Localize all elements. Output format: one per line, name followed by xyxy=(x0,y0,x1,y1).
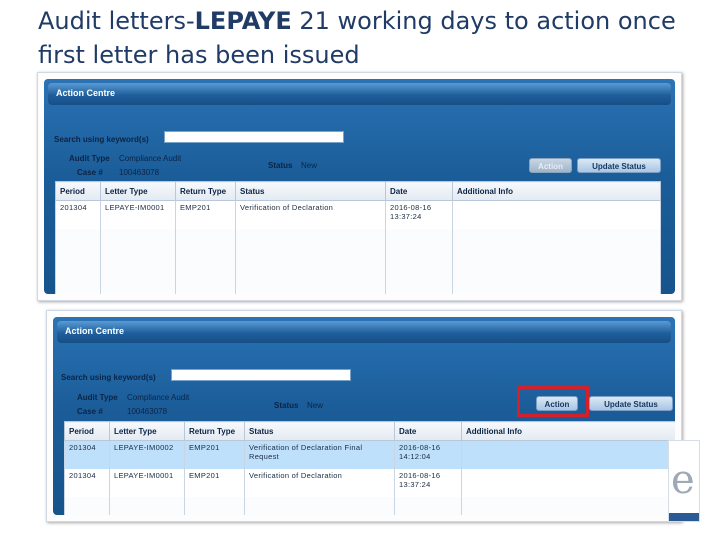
audit-type-label: Audit Type xyxy=(69,154,110,163)
case-value: 100463078 xyxy=(119,168,160,177)
empty-row xyxy=(55,257,661,285)
cell-status: Verification of Declaration Final Reques… xyxy=(244,440,395,469)
action-button[interactable]: Action xyxy=(536,396,578,411)
search-input[interactable] xyxy=(164,131,344,143)
column-header-return-type[interactable]: Return Type xyxy=(175,181,236,201)
cell-return-type: EMP201 xyxy=(184,469,245,497)
column-header-status[interactable]: Status xyxy=(244,421,395,441)
cell-return-type: EMP201 xyxy=(184,440,245,469)
column-header-period[interactable]: Period xyxy=(55,181,101,201)
cell-date: 2016-08-16 13:37:24 xyxy=(394,469,462,497)
slide-title: Audit letters-LEPAYE 21 working days to … xyxy=(38,4,698,72)
cell-period: 201304 xyxy=(64,469,110,497)
cell-additional-info xyxy=(461,440,675,469)
column-header-letter-type[interactable]: Letter Type xyxy=(109,421,185,441)
empty-row xyxy=(55,229,661,257)
cell-date: 2016-08-16 14:12:04 xyxy=(394,440,462,469)
table-row[interactable]: 201304 LEPAYE-IM0001 EMP201 Verification… xyxy=(64,469,675,497)
header-bar: Action Centre xyxy=(57,321,671,343)
action-button[interactable]: Action xyxy=(529,158,572,173)
table-row[interactable]: 201304 LEPAYE-IM0001 EMP201 Verification… xyxy=(55,200,661,229)
cell-period: 201304 xyxy=(55,200,101,229)
action-centre-panel-1: Action Centre Search using keyword(s) Au… xyxy=(44,79,675,294)
audit-type-value: Compliance Audit xyxy=(119,154,182,163)
cell-return-type: EMP201 xyxy=(175,200,236,229)
header-title: Action Centre xyxy=(65,326,125,336)
search-label: Search using keyword(s) xyxy=(54,135,149,144)
header-bar: Action Centre xyxy=(48,83,671,105)
column-header-period[interactable]: Period xyxy=(64,421,110,441)
cell-status: Verification of Declaration xyxy=(235,200,386,229)
cell-letter-type: LEPAYE-IM0002 xyxy=(109,440,185,469)
status-value: New xyxy=(301,161,318,170)
status-label: Status xyxy=(268,161,293,170)
column-header-letter-type[interactable]: Letter Type xyxy=(100,181,176,201)
column-header-date[interactable]: Date xyxy=(385,181,453,201)
screenshot-panel-1: Action Centre Search using keyword(s) Au… xyxy=(37,72,682,301)
table-header-row: Period Letter Type Return Type Status Da… xyxy=(55,181,661,201)
cell-additional-info xyxy=(461,469,675,497)
case-label: Case # xyxy=(77,407,103,416)
update-status-button[interactable]: Update Status xyxy=(589,396,673,411)
header-title: Action Centre xyxy=(56,88,116,98)
logo-bar xyxy=(669,513,699,521)
table-header-row: Period Letter Type Return Type Status Da… xyxy=(64,421,675,441)
audit-type-label: Audit Type xyxy=(77,393,118,402)
cell-status: Verification of Declaration xyxy=(244,469,395,497)
status-label: Status xyxy=(274,401,299,410)
slide-title-prefix: Audit letters- xyxy=(38,7,195,35)
update-status-button[interactable]: Update Status xyxy=(577,158,661,173)
cell-letter-type: LEPAYE-IM0001 xyxy=(109,469,185,497)
search-input[interactable] xyxy=(171,369,351,381)
cell-period: 201304 xyxy=(64,440,110,469)
column-header-return-type[interactable]: Return Type xyxy=(184,421,245,441)
cell-date: 2016-08-16 13:37:24 xyxy=(385,200,453,229)
column-header-date[interactable]: Date xyxy=(394,421,462,441)
logo-fragment-icon: e xyxy=(668,440,700,522)
letters-table: Period Letter Type Return Type Status Da… xyxy=(64,421,675,515)
table-row-selected[interactable]: 201304 LEPAYE-IM0002 EMP201 Verification… xyxy=(64,440,675,469)
action-centre-panel-2: Action Centre Search using keyword(s) Au… xyxy=(53,317,675,515)
column-header-additional-info[interactable]: Additional Info xyxy=(461,421,675,441)
status-value: New xyxy=(307,401,324,410)
letters-table: Period Letter Type Return Type Status Da… xyxy=(55,181,661,294)
cell-letter-type: LEPAYE-IM0001 xyxy=(100,200,176,229)
empty-row xyxy=(64,497,675,515)
column-header-additional-info[interactable]: Additional Info xyxy=(452,181,661,201)
empty-row xyxy=(55,285,661,294)
audit-type-value: Compliance Audit xyxy=(127,393,190,402)
cell-additional-info xyxy=(452,200,661,229)
case-label: Case # xyxy=(77,168,103,177)
screenshot-panel-2: Action Centre Search using keyword(s) Au… xyxy=(46,310,682,522)
slide-title-bold: LEPAYE xyxy=(194,7,292,35)
logo-letter-icon: e xyxy=(671,457,695,503)
column-header-status[interactable]: Status xyxy=(235,181,386,201)
search-label: Search using keyword(s) xyxy=(61,373,156,382)
case-value: 100463078 xyxy=(127,407,168,416)
